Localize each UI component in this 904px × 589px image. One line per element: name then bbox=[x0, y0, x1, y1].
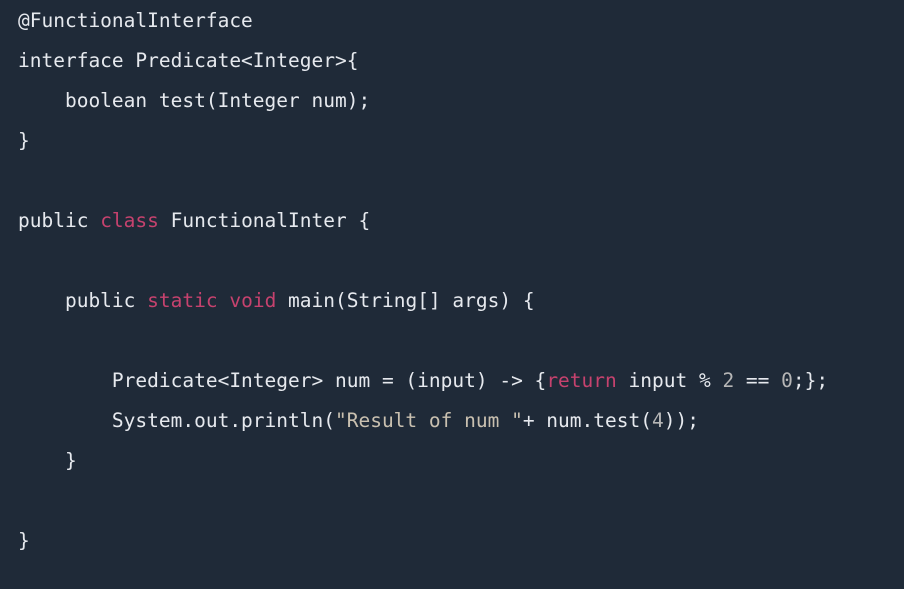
code-line: interface Predicate<Integer>{ bbox=[18, 49, 904, 89]
code-block: @FunctionalInterface interface Predicate<… bbox=[0, 0, 904, 589]
code-keyword: static bbox=[147, 289, 218, 312]
code-line: System.out.println("Result of num "+ num… bbox=[18, 409, 904, 449]
code-token: main(String[] args) { bbox=[276, 289, 535, 312]
code-token: interface Predicate<Integer>{ bbox=[18, 49, 359, 72]
code-token: public bbox=[18, 209, 101, 232]
code-number: 2 bbox=[722, 369, 735, 392]
code-line: public class FunctionalInter { bbox=[18, 209, 904, 249]
code-line: Predicate<Integer> num = (input) -> {ret… bbox=[18, 369, 904, 409]
code-number: 0 bbox=[781, 369, 793, 392]
code-token: Predicate<Integer> num = (input) -> { bbox=[18, 369, 547, 392]
code-number: 4 bbox=[651, 409, 664, 432]
code-token: public bbox=[18, 289, 148, 312]
code-token: FunctionalInter { bbox=[158, 209, 371, 232]
code-keyword: class bbox=[100, 209, 159, 232]
code-token: ;}; bbox=[792, 369, 829, 392]
code-line: } bbox=[18, 529, 904, 569]
code-token: + num.test( bbox=[522, 409, 652, 432]
code-line: boolean test(Integer num); bbox=[18, 89, 904, 129]
code-token: )); bbox=[663, 409, 699, 432]
code-line: } bbox=[18, 129, 904, 169]
code-token: @FunctionalInterface bbox=[18, 9, 253, 32]
code-string: "Result of num " bbox=[334, 409, 523, 432]
code-token: System.out.println( bbox=[18, 409, 335, 432]
code-token: boolean test(Integer num); bbox=[18, 89, 371, 112]
code-token: } bbox=[18, 129, 30, 152]
code-token: } bbox=[18, 529, 30, 552]
code-line: @FunctionalInterface bbox=[18, 9, 904, 49]
code-token: == bbox=[734, 369, 782, 392]
code-keyword: return bbox=[546, 369, 617, 392]
code-token: } bbox=[18, 449, 77, 472]
code-line: } bbox=[18, 449, 904, 489]
code-line: public static void main(String[] args) { bbox=[18, 289, 904, 329]
code-keyword: void bbox=[229, 289, 277, 312]
code-token: input % bbox=[616, 369, 723, 392]
